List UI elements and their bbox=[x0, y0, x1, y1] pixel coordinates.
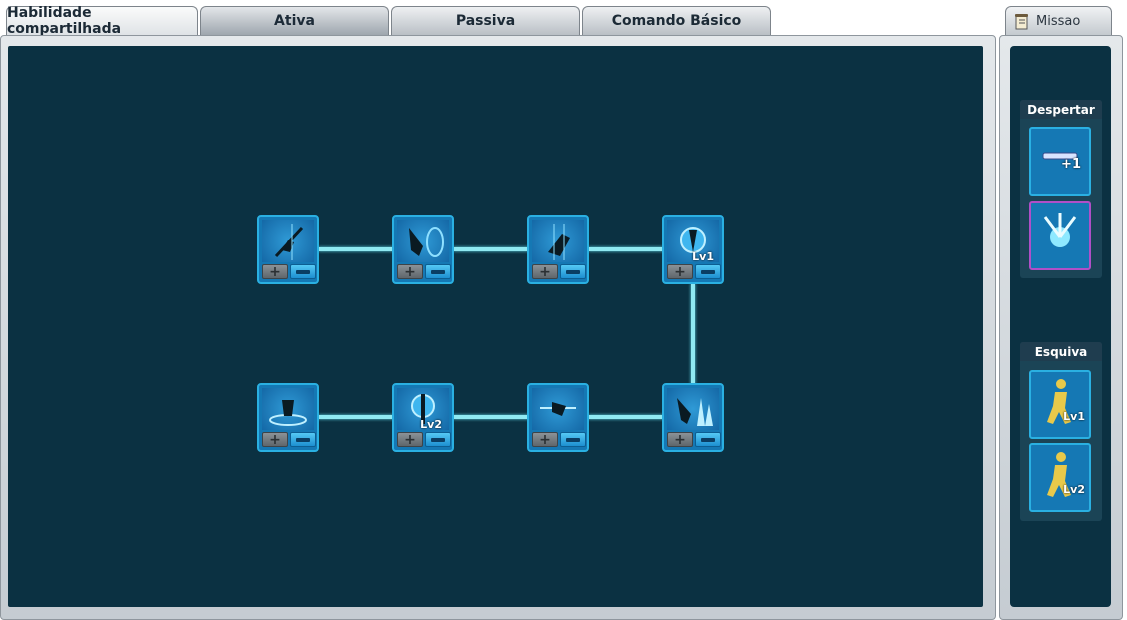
connector-line bbox=[691, 283, 695, 385]
awakening-badge: +1 bbox=[1061, 157, 1081, 172]
skill-plus-button[interactable]: + bbox=[532, 264, 558, 279]
skill-minus-button[interactable] bbox=[560, 432, 586, 447]
skill-node[interactable]: + bbox=[257, 383, 319, 452]
dodge-figure-icon bbox=[1047, 379, 1071, 424]
esquiva-group: Esquiva Lv1 Lv2 bbox=[1020, 342, 1102, 521]
esquiva-card[interactable]: Lv1 bbox=[1029, 370, 1091, 439]
spear-lunge-skill-icon bbox=[262, 220, 314, 262]
leap-attack-skill-icon bbox=[532, 220, 584, 262]
tab-ativa[interactable]: Ativa bbox=[200, 6, 389, 35]
despertar-card[interactable] bbox=[1029, 201, 1091, 270]
connector-line bbox=[453, 415, 529, 419]
skill-node[interactable]: + bbox=[527, 215, 589, 284]
connector-line bbox=[318, 247, 394, 251]
dodge-figure-icon bbox=[1047, 452, 1071, 497]
skill-minus-button[interactable] bbox=[290, 264, 316, 279]
skill-tree-board bbox=[8, 46, 983, 607]
tab-habilidade-compartilhada[interactable]: Habilidade compartilhada bbox=[6, 5, 198, 37]
skill-minus-button[interactable] bbox=[695, 264, 721, 279]
skill-level-label: Lv1 bbox=[692, 250, 714, 263]
skill-minus-button[interactable] bbox=[695, 432, 721, 447]
connector-line bbox=[318, 415, 394, 419]
ice-spike-skill-icon bbox=[667, 388, 719, 430]
skill-minus-button[interactable] bbox=[425, 264, 451, 279]
missao-button[interactable]: Missao bbox=[1005, 6, 1112, 36]
skill-minus-button[interactable] bbox=[425, 432, 451, 447]
despertar-group: Despertar +1 bbox=[1020, 100, 1102, 278]
quest-scroll-icon bbox=[1014, 13, 1030, 31]
skill-plus-button[interactable]: + bbox=[532, 432, 558, 447]
skill-plus-button[interactable]: + bbox=[262, 264, 288, 279]
skill-node[interactable]: Lv1 + bbox=[662, 215, 724, 284]
tab-passiva[interactable]: Passiva bbox=[391, 6, 580, 35]
shield-strike-skill-icon bbox=[397, 220, 449, 262]
skill-plus-button[interactable]: + bbox=[667, 264, 693, 279]
despertar-card[interactable]: +1 bbox=[1029, 127, 1091, 196]
esquiva-card[interactable]: Lv2 bbox=[1029, 443, 1091, 512]
skill-node[interactable]: + bbox=[527, 383, 589, 452]
connector-line bbox=[453, 247, 529, 251]
spin-vortex-skill-icon bbox=[262, 388, 314, 430]
skill-node[interactable]: + bbox=[662, 383, 724, 452]
skill-node[interactable]: + bbox=[392, 215, 454, 284]
dodge-level-label: Lv1 bbox=[1063, 410, 1085, 423]
skill-minus-button[interactable] bbox=[290, 432, 316, 447]
tab-comando-basico[interactable]: Comando Básico bbox=[582, 6, 771, 35]
missao-label: Missao bbox=[1036, 14, 1081, 29]
skill-plus-button[interactable]: + bbox=[262, 432, 288, 447]
skill-plus-button[interactable]: + bbox=[667, 432, 693, 447]
dash-slash-skill-icon bbox=[532, 388, 584, 430]
connector-line bbox=[588, 247, 664, 251]
skill-plus-button[interactable]: + bbox=[397, 432, 423, 447]
despertar-title: Despertar bbox=[1020, 100, 1102, 119]
esquiva-title: Esquiva bbox=[1020, 342, 1102, 361]
connector-line bbox=[588, 415, 664, 419]
skill-level-label: Lv2 bbox=[420, 418, 442, 431]
skill-node[interactable]: + bbox=[257, 215, 319, 284]
dodge-level-label: Lv2 bbox=[1063, 483, 1085, 496]
awakening-burst-icon bbox=[1043, 213, 1077, 247]
skill-plus-button[interactable]: + bbox=[397, 264, 423, 279]
skill-node[interactable]: Lv2 + bbox=[392, 383, 454, 452]
skill-minus-button[interactable] bbox=[560, 264, 586, 279]
